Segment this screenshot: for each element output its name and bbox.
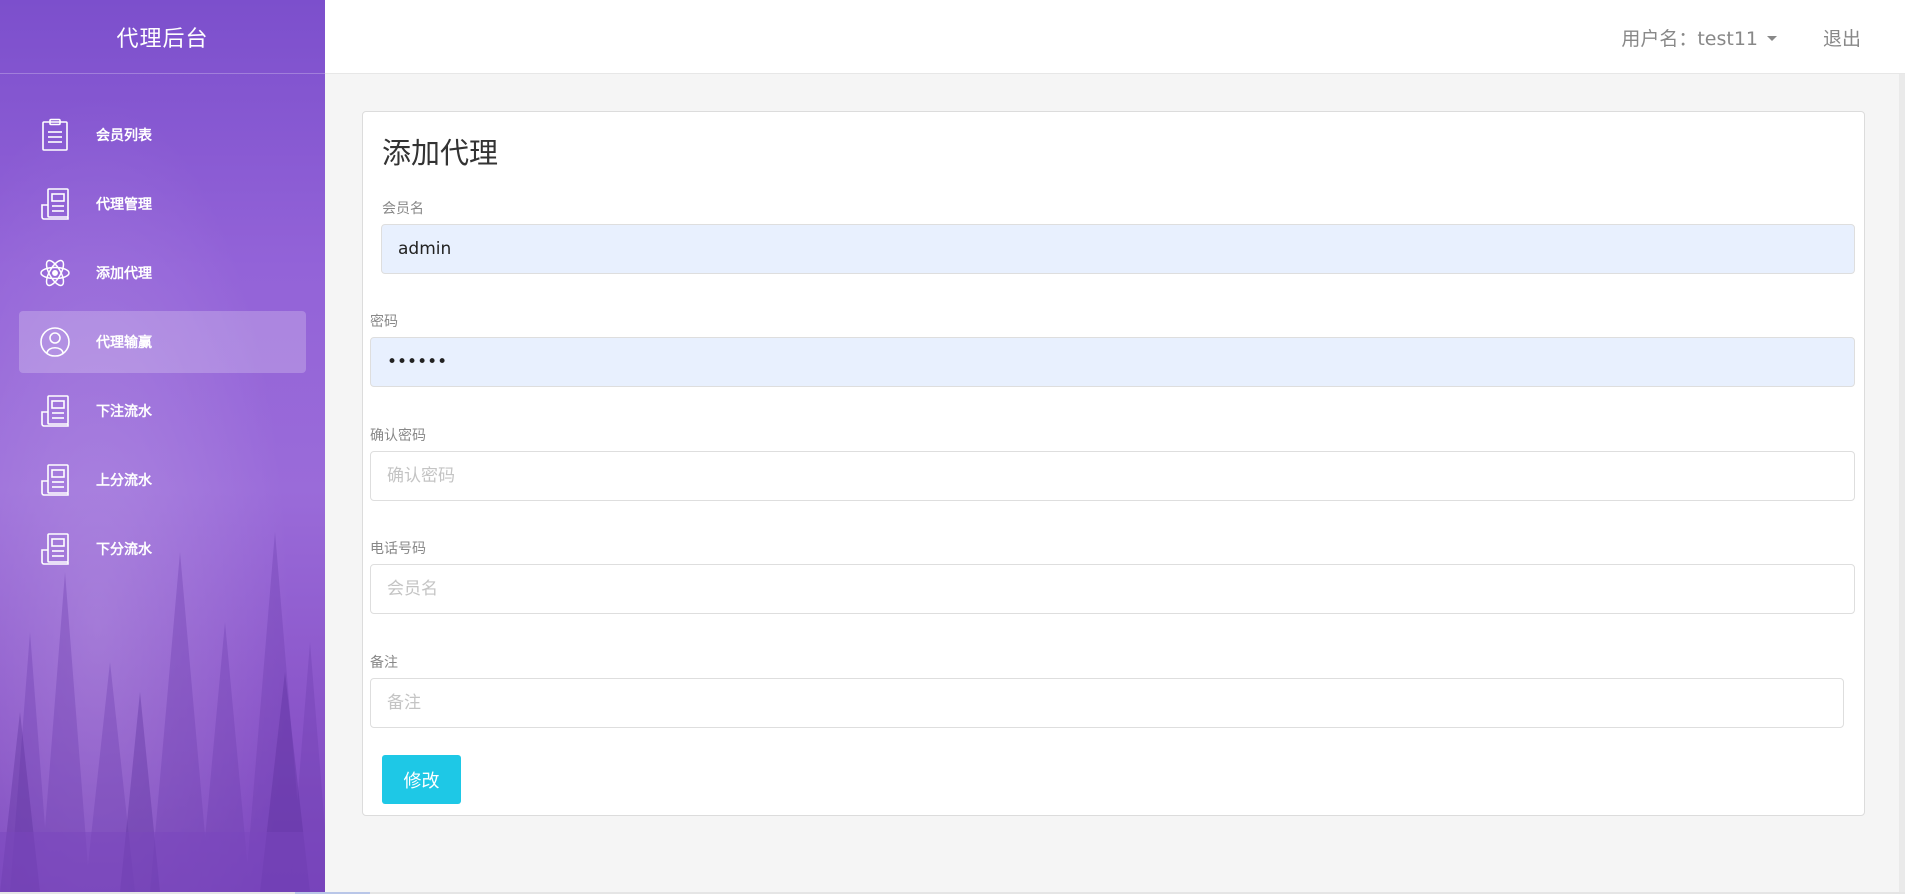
add-agent-form-card: 添加代理 会员名 密码 确认密码 电话号码 备注 修改 bbox=[362, 111, 1865, 816]
phone-label: 电话号码 bbox=[370, 541, 426, 557]
clipboard-icon bbox=[39, 118, 71, 152]
confirm-password-input[interactable] bbox=[370, 451, 1855, 501]
page-title: 添加代理 bbox=[382, 136, 499, 170]
sidebar-item-label: 会员列表 bbox=[96, 128, 152, 144]
sidebar-item-label: 上分流水 bbox=[96, 473, 152, 489]
document-icon bbox=[39, 394, 71, 428]
username-label: 用户名：test11 bbox=[1621, 27, 1758, 50]
sidebar-item-agent-winloss[interactable]: 代理输赢 bbox=[19, 311, 306, 373]
remark-input[interactable] bbox=[370, 678, 1844, 728]
user-dropdown[interactable]: 用户名：test11 bbox=[1621, 0, 1777, 74]
user-circle-icon bbox=[39, 325, 71, 359]
sidebar-item-member-list[interactable]: 会员列表 bbox=[19, 104, 306, 166]
top-bar: 用户名：test11 退出 bbox=[325, 0, 1905, 74]
main-content: 添加代理 会员名 密码 确认密码 电话号码 备注 修改 bbox=[325, 74, 1905, 892]
sidebar-item-credit-out-records[interactable]: 下分流水 bbox=[19, 518, 306, 580]
sidebar-item-label: 代理管理 bbox=[96, 197, 152, 213]
confirm-password-label: 确认密码 bbox=[370, 428, 426, 444]
app-root: 代理后台 会员列表 代理管理 添加代理 代理输赢 下注流水 上分流水 下分流水 … bbox=[0, 0, 1905, 894]
password-label: 密码 bbox=[370, 314, 398, 330]
logout-link[interactable]: 退出 bbox=[1823, 0, 1861, 74]
sidebar-item-label: 添加代理 bbox=[96, 266, 152, 282]
caret-down-icon bbox=[1767, 35, 1777, 41]
document-icon bbox=[39, 187, 71, 221]
sidebar-nav: 会员列表 代理管理 添加代理 代理输赢 下注流水 上分流水 下分流水 bbox=[0, 74, 325, 580]
document-icon bbox=[39, 463, 71, 497]
document-icon bbox=[39, 532, 71, 566]
sidebar: 代理后台 会员列表 代理管理 添加代理 代理输赢 下注流水 上分流水 下分流水 bbox=[0, 0, 325, 892]
username-label: 会员名 bbox=[382, 201, 424, 217]
sidebar-item-agent-management[interactable]: 代理管理 bbox=[19, 173, 306, 235]
submit-button[interactable]: 修改 bbox=[382, 755, 461, 804]
sidebar-item-label: 代理输赢 bbox=[96, 335, 152, 351]
password-input[interactable] bbox=[370, 337, 1855, 387]
atom-icon bbox=[39, 256, 71, 290]
sidebar-item-add-agent[interactable]: 添加代理 bbox=[19, 242, 306, 304]
username-input[interactable] bbox=[381, 224, 1855, 274]
remark-label: 备注 bbox=[370, 655, 398, 671]
sidebar-item-bet-records[interactable]: 下注流水 bbox=[19, 380, 306, 442]
sidebar-item-label: 下注流水 bbox=[96, 404, 152, 420]
sidebar-item-label: 下分流水 bbox=[96, 542, 152, 558]
scrollbar-track bbox=[1899, 74, 1905, 892]
brand-title: 代理后台 bbox=[0, 0, 325, 74]
phone-input[interactable] bbox=[370, 564, 1855, 614]
sidebar-item-credit-in-records[interactable]: 上分流水 bbox=[19, 449, 306, 511]
